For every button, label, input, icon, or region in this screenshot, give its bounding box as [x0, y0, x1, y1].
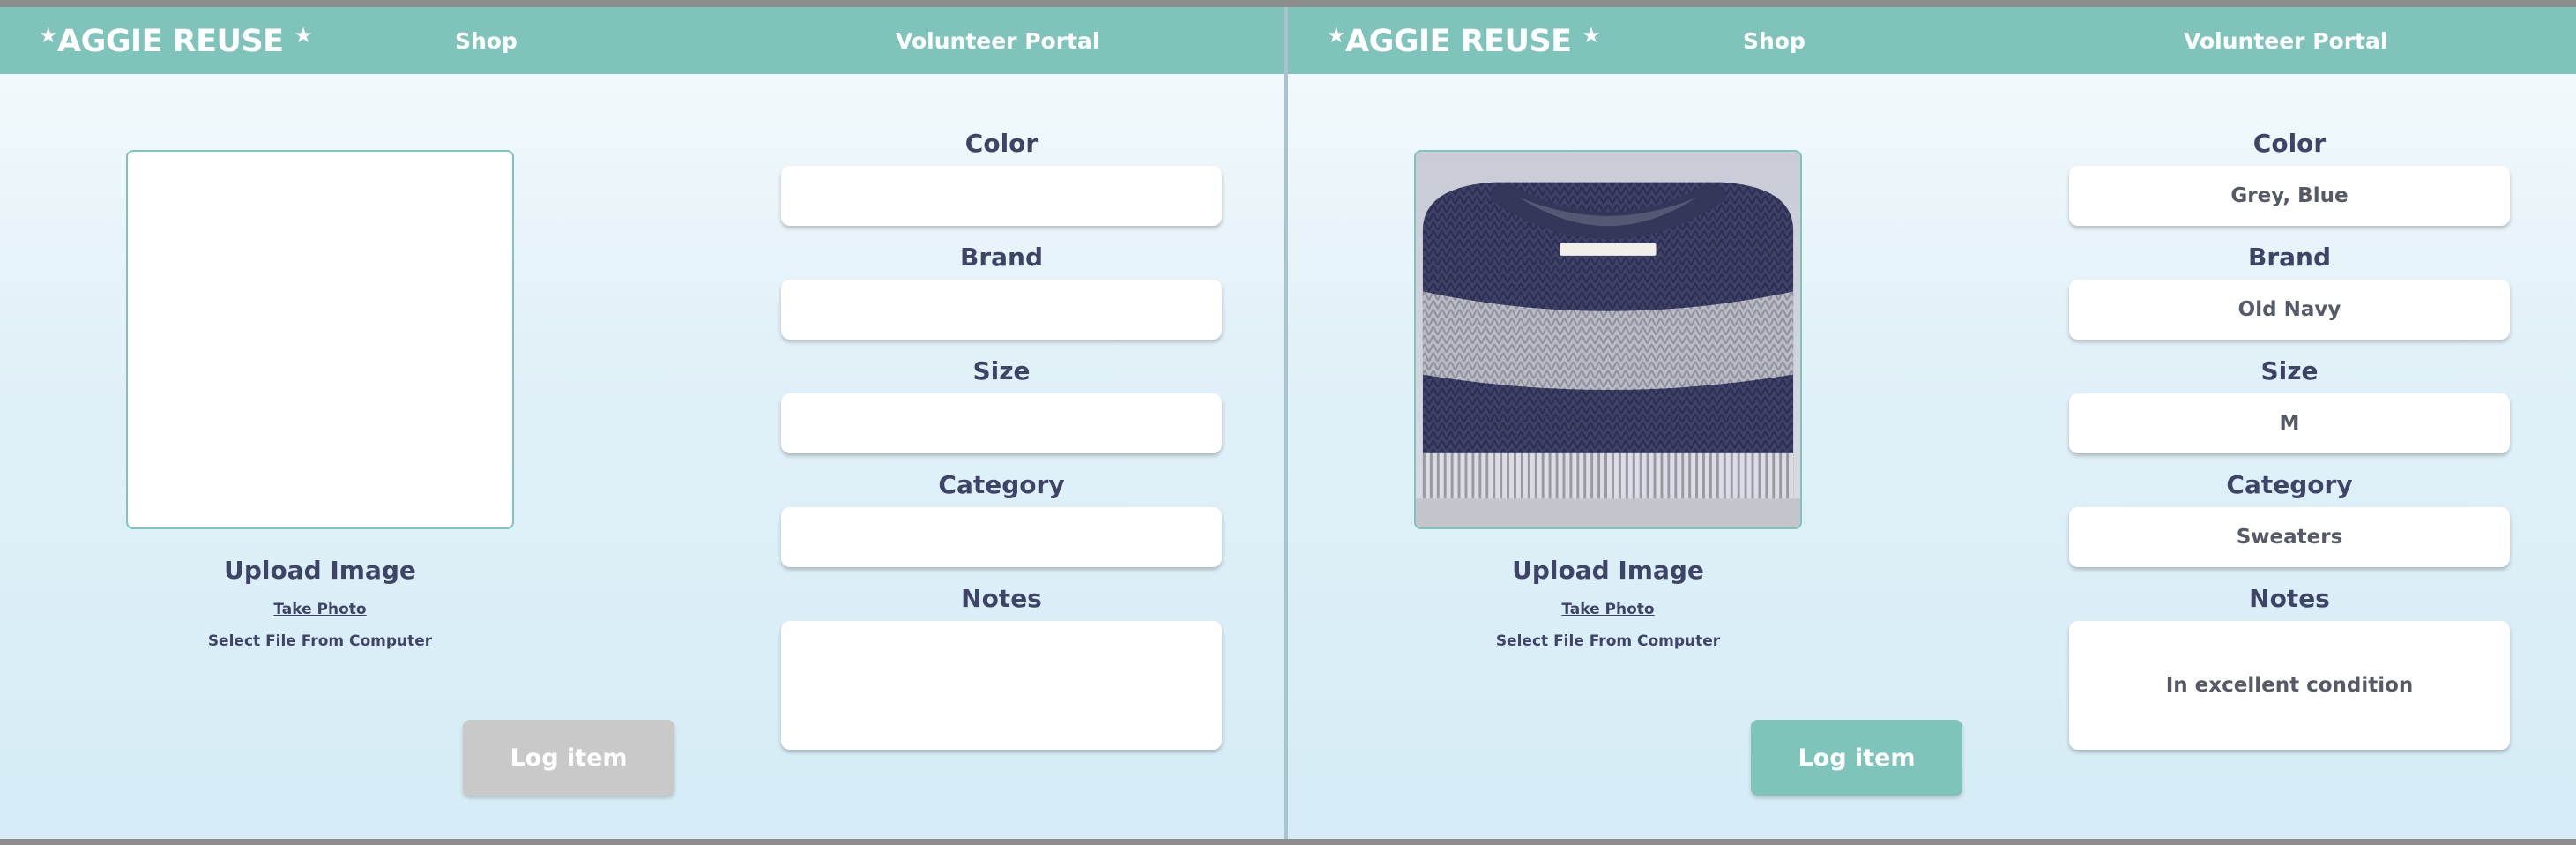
top-border	[0, 0, 2576, 7]
size-field[interactable]	[781, 393, 1222, 453]
take-photo-link[interactable]: Take Photo	[1414, 601, 1802, 618]
category-label: Category	[2226, 470, 2353, 499]
nav-shop-link[interactable]: Shop	[1743, 28, 1805, 54]
log-item-screen-filled: ★AGGIE REUSE ★ Shop Volunteer Portal Upl…	[1288, 7, 2576, 839]
select-file-link[interactable]: Select File From Computer	[126, 632, 514, 650]
size-label: Size	[972, 356, 1031, 385]
star-icon: ★	[1327, 23, 1346, 48]
color-label: Color	[2252, 129, 2327, 158]
bottom-border	[0, 839, 2576, 845]
image-preview-empty[interactable]	[126, 150, 514, 529]
notes-label: Notes	[961, 584, 1042, 613]
logo[interactable]: ★AGGIE REUSE ★	[39, 23, 313, 59]
nav-volunteer-portal-link[interactable]: Volunteer Portal	[2184, 28, 2387, 54]
brand-field[interactable]: Old Navy	[2069, 280, 2510, 340]
brand-label: Brand	[959, 243, 1044, 272]
category-field[interactable]: Sweaters	[2069, 507, 2510, 567]
logo-text: AGGIE REUSE	[1345, 24, 1572, 59]
logo-text: AGGIE REUSE	[57, 24, 284, 59]
category-label: Category	[938, 470, 1065, 499]
notes-field[interactable]	[781, 621, 1222, 750]
nav-bar: ★AGGIE REUSE ★ Shop Volunteer Portal	[1288, 7, 2576, 74]
take-photo-link[interactable]: Take Photo	[126, 601, 514, 618]
category-field[interactable]	[781, 507, 1222, 567]
select-file-link[interactable]: Select File From Computer	[1414, 632, 1802, 650]
size-field[interactable]: M	[2069, 393, 2510, 453]
comparison-canvas: ★AGGIE REUSE ★ Shop Volunteer Portal Upl…	[0, 0, 2576, 845]
log-item-screen-empty: ★AGGIE REUSE ★ Shop Volunteer Portal Upl…	[0, 7, 1284, 839]
brand-label: Brand	[2247, 243, 2332, 272]
sweater-photo	[1416, 152, 1800, 527]
nav-bar: ★AGGIE REUSE ★ Shop Volunteer Portal	[0, 7, 1284, 74]
log-item-button[interactable]: Log item	[1751, 720, 1962, 796]
log-item-button[interactable]: Log item	[463, 720, 674, 796]
color-field[interactable]	[781, 166, 1222, 226]
notes-label: Notes	[2249, 584, 2330, 613]
nav-volunteer-portal-link[interactable]: Volunteer Portal	[896, 28, 1099, 54]
color-label: Color	[964, 129, 1039, 158]
color-field[interactable]: Grey, Blue	[2069, 166, 2510, 226]
logo[interactable]: ★AGGIE REUSE ★	[1327, 23, 1601, 59]
star-icon: ★	[1582, 23, 1601, 48]
star-icon: ★	[294, 23, 313, 48]
image-preview-sweater[interactable]	[1414, 150, 1802, 529]
size-label: Size	[2260, 356, 2319, 385]
nav-shop-link[interactable]: Shop	[455, 28, 517, 54]
star-icon: ★	[39, 23, 58, 48]
brand-field[interactable]	[781, 280, 1222, 340]
upload-image-title: Upload Image	[224, 556, 416, 585]
upload-image-title: Upload Image	[1512, 556, 1704, 585]
notes-field[interactable]: In excellent condition	[2069, 621, 2510, 750]
